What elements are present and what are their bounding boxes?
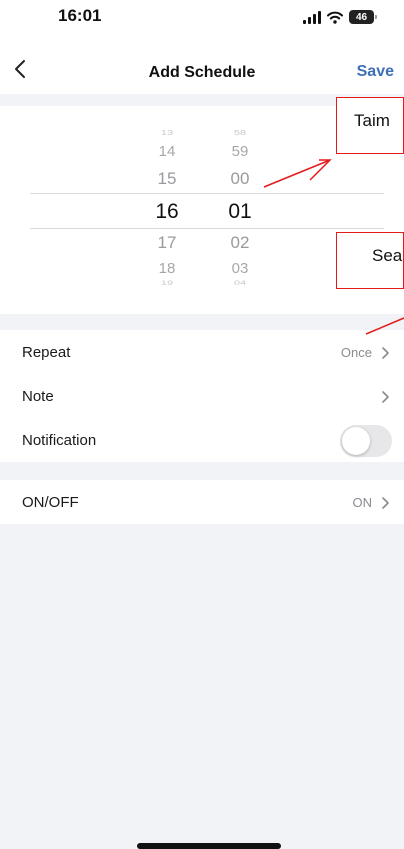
minute-option[interactable]: 59 bbox=[210, 144, 270, 159]
repeat-label: Repeat bbox=[22, 344, 71, 361]
minute-option[interactable]: 04 bbox=[210, 280, 270, 287]
note-row[interactable]: Note bbox=[0, 374, 404, 418]
notification-toggle[interactable] bbox=[340, 425, 392, 457]
notification-label: Notification bbox=[22, 432, 97, 449]
picker-divider-bottom bbox=[30, 228, 384, 229]
minute-selected[interactable]: 01 bbox=[210, 201, 270, 222]
hour-option[interactable]: 18 bbox=[137, 261, 197, 276]
minute-option[interactable]: 03 bbox=[210, 261, 270, 276]
repeat-value: Once bbox=[340, 345, 372, 360]
wifi-icon bbox=[327, 11, 343, 24]
home-indicator bbox=[137, 843, 281, 849]
toggle-knob bbox=[342, 427, 370, 455]
status-icons: 46 bbox=[303, 8, 377, 26]
hour-selected[interactable]: 16 bbox=[137, 201, 197, 222]
status-bar: 16:01 46 bbox=[0, 0, 404, 40]
hour-option[interactable]: 14 bbox=[137, 144, 197, 159]
repeat-row[interactable]: Repeat Once bbox=[0, 330, 404, 374]
section-gap bbox=[0, 462, 404, 480]
hour-option[interactable]: 19 bbox=[137, 280, 197, 287]
hour-option[interactable]: 17 bbox=[137, 234, 197, 251]
page-title: Add Schedule bbox=[148, 64, 256, 81]
picker-divider-top bbox=[30, 193, 384, 194]
signal-icon bbox=[303, 10, 321, 24]
settings-list: Repeat Once Note Notification bbox=[0, 330, 404, 462]
hour-option[interactable]: 13 bbox=[137, 129, 197, 138]
minute-option[interactable]: 58 bbox=[210, 129, 270, 138]
minute-option[interactable]: 02 bbox=[210, 234, 270, 251]
chevron-right-icon bbox=[382, 391, 389, 403]
note-label: Note bbox=[22, 388, 54, 405]
onoff-row[interactable]: ON/OFF ON bbox=[0, 480, 404, 524]
hour-option[interactable]: 15 bbox=[137, 170, 197, 187]
nav-bar: Add Schedule Save bbox=[0, 40, 404, 94]
minute-option[interactable]: 00 bbox=[210, 170, 270, 187]
status-time: 16:01 bbox=[58, 6, 102, 25]
chevron-right-icon bbox=[382, 497, 389, 509]
chevron-right-icon bbox=[382, 347, 389, 359]
onoff-label: ON/OFF bbox=[22, 494, 79, 511]
onoff-value: ON bbox=[352, 495, 373, 510]
battery-icon: 46 bbox=[349, 10, 377, 24]
annotation-callout-2: Sea bbox=[336, 232, 404, 289]
section-gap bbox=[0, 314, 404, 330]
save-button[interactable]: Save bbox=[357, 63, 394, 81]
annotation-callout-1: Taim bbox=[336, 97, 404, 154]
